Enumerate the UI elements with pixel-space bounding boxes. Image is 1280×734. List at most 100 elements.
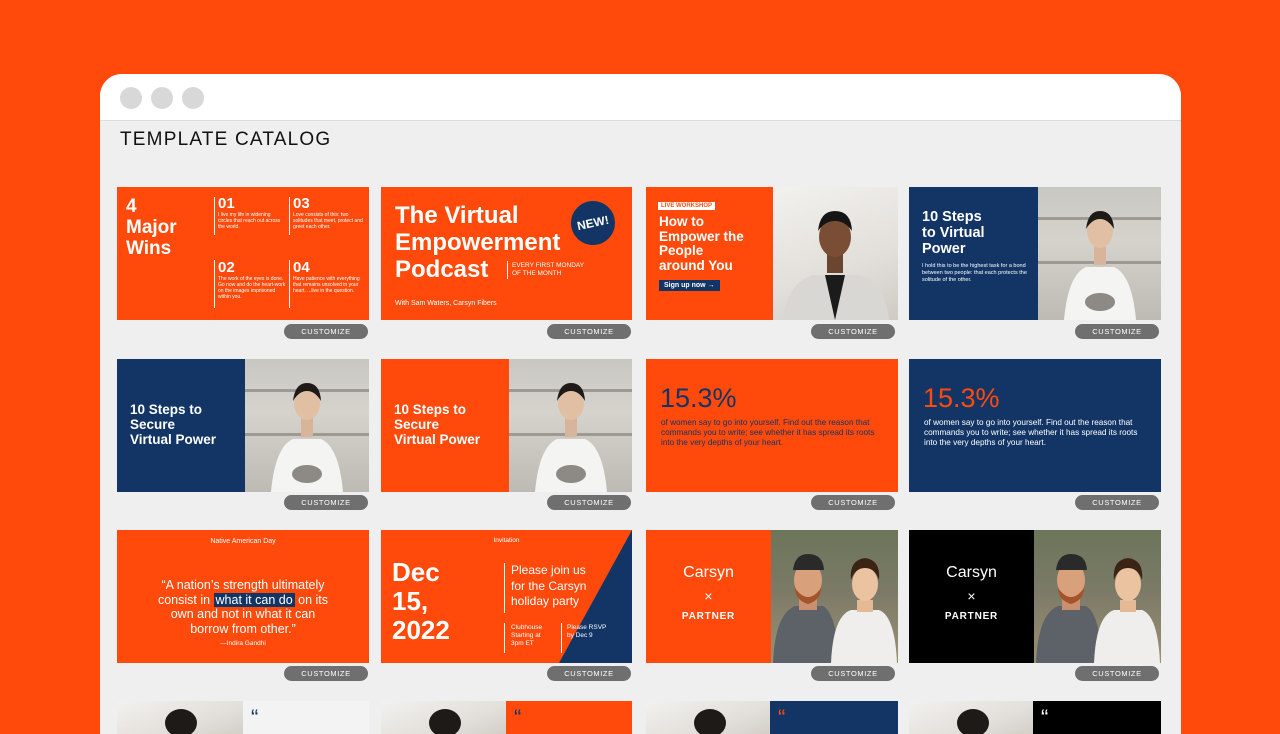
partner-x: × bbox=[967, 588, 976, 604]
template-card-workshop[interactable]: LIVE WORKSHOP How to Empower the People … bbox=[646, 187, 898, 320]
rsvp-line: by Dec 9 bbox=[567, 632, 593, 639]
card-text-panel: “ bbox=[506, 701, 632, 734]
card-text-panel: Carsyn × PARTNER bbox=[646, 530, 771, 663]
card-title: 10 Steps to Secure Virtual Power bbox=[394, 402, 480, 447]
customize-button[interactable]: CUSTOMIZE bbox=[284, 666, 368, 681]
divider bbox=[504, 563, 505, 613]
quote-author: —Indira Gandhi bbox=[220, 640, 266, 647]
stat-body: of women say to go into yourself. Find o… bbox=[924, 418, 1138, 447]
template-card-stat-orange[interactable]: 15.3% of women say to go into yourself. … bbox=[646, 359, 898, 492]
card-title-line: to Virtual bbox=[922, 225, 985, 241]
customize-button[interactable]: CUSTOMIZE bbox=[284, 324, 368, 339]
card-title-line: around You bbox=[659, 257, 733, 273]
card-text-panel: 10 Steps to Secure Virtual Power bbox=[117, 359, 245, 492]
template-card-partial[interactable]: “ bbox=[646, 701, 898, 734]
partner-label: PARTNER bbox=[944, 611, 999, 622]
catalog-title: TEMPLATE CATALOG bbox=[120, 129, 332, 150]
divider bbox=[507, 261, 508, 279]
win-number: 02 bbox=[218, 259, 235, 276]
customize-button[interactable]: CUSTOMIZE bbox=[1075, 324, 1159, 339]
win-item: 03 Love consists of this: two solitudes … bbox=[293, 195, 363, 230]
place-line: Clubhouse bbox=[511, 624, 543, 631]
card-title-line: Empower the bbox=[659, 228, 744, 244]
card-text-panel: “ bbox=[243, 701, 369, 734]
window-dot-icon[interactable] bbox=[151, 87, 173, 109]
card-title: 10 Steps to Secure Virtual Power bbox=[130, 402, 216, 447]
window-titlebar bbox=[100, 74, 1181, 121]
card-title-line: 10 Steps to bbox=[130, 402, 203, 417]
quote-fragment: on its bbox=[298, 592, 329, 607]
schedule-line: OF THE MONTH bbox=[512, 270, 562, 277]
partner-name: Carsyn bbox=[683, 564, 734, 581]
win-text: The work of the eyes is done. Go now and… bbox=[218, 276, 286, 300]
divider bbox=[289, 197, 290, 235]
card-title-line: Secure bbox=[130, 417, 176, 432]
card-title-line: Wins bbox=[126, 238, 172, 259]
template-card-invitation[interactable]: Invitation Dec 15, 2022 Please join us f… bbox=[381, 530, 632, 663]
rsvp-line: Please RSVP bbox=[567, 624, 607, 631]
customize-button[interactable]: CUSTOMIZE bbox=[1075, 666, 1159, 681]
invitation-header: Invitation bbox=[493, 537, 520, 544]
card-title-line: People bbox=[659, 243, 704, 258]
person-photo-icon bbox=[381, 701, 506, 734]
partner-x: × bbox=[704, 588, 713, 604]
card-title: 4 Major Wins bbox=[126, 196, 177, 259]
win-text: I live my life in widening circles that … bbox=[218, 212, 281, 230]
schedule-line: EVERY FIRST MONDAY bbox=[512, 262, 585, 269]
card-text-panel: 10 Steps to Virtual Power I hold this to… bbox=[909, 187, 1038, 320]
card-title: 10 Steps to Virtual Power bbox=[922, 209, 985, 257]
invitation-message: Please join us for the Carsyn holiday pa… bbox=[511, 563, 586, 610]
card-title-line: How to bbox=[659, 214, 704, 229]
divider bbox=[214, 260, 215, 308]
card-title-line: 10 Steps bbox=[922, 209, 982, 225]
win-text: Have patience with everything that remai… bbox=[293, 276, 360, 294]
message-line: holiday party bbox=[511, 594, 580, 608]
window-dot-icon[interactable] bbox=[120, 87, 142, 109]
customize-button[interactable]: CUSTOMIZE bbox=[811, 666, 895, 681]
new-badge: NEW! bbox=[566, 196, 620, 250]
customize-button[interactable]: CUSTOMIZE bbox=[811, 324, 895, 339]
customize-button[interactable]: CUSTOMIZE bbox=[811, 495, 895, 510]
template-card-stat-navy[interactable]: 15.3% of women say to go into yourself. … bbox=[909, 359, 1161, 492]
template-card-major-wins[interactable]: 4 Major Wins 01 I live my life in wideni… bbox=[117, 187, 369, 320]
browser-window: TEMPLATE CATALOG 4 Major Wins 01 I live … bbox=[100, 74, 1181, 734]
stat-value: 15.3% bbox=[660, 383, 737, 413]
divider bbox=[561, 623, 562, 653]
customize-button[interactable]: CUSTOMIZE bbox=[1075, 495, 1159, 510]
card-text-panel: LIVE WORKSHOP How to Empower the People … bbox=[646, 187, 773, 320]
card-title-line: 10 Steps to bbox=[394, 402, 467, 417]
date-line: Dec bbox=[392, 557, 440, 587]
template-card-partial[interactable]: “ bbox=[117, 701, 369, 734]
template-card-partner-black[interactable]: Carsyn × PARTNER bbox=[909, 530, 1161, 663]
stat-value: 15.3% bbox=[923, 383, 1000, 413]
template-card-partner-orange[interactable]: Carsyn × PARTNER bbox=[646, 530, 898, 663]
customize-button[interactable]: CUSTOMIZE bbox=[284, 495, 368, 510]
customize-button[interactable]: CUSTOMIZE bbox=[547, 495, 631, 510]
signup-button[interactable]: Sign up now → bbox=[659, 280, 720, 291]
card-body: I hold this to be the highest task for a… bbox=[922, 263, 1027, 283]
template-card-partial[interactable]: “ bbox=[909, 701, 1161, 734]
win-number: 01 bbox=[218, 195, 235, 212]
win-text: Love consists of this: two solitudes tha… bbox=[293, 212, 363, 230]
card-title-line: Virtual Power bbox=[130, 432, 217, 447]
person-photo-icon bbox=[646, 701, 770, 734]
person-photo-icon bbox=[509, 359, 632, 492]
template-card-partial[interactable]: “ bbox=[381, 701, 632, 734]
invitation-place: Clubhouse Starting at 3pm ET bbox=[511, 624, 542, 648]
template-card-steps-orange[interactable]: 10 Steps to Secure Virtual Power bbox=[381, 359, 632, 492]
divider bbox=[504, 623, 505, 653]
window-dot-icon[interactable] bbox=[182, 87, 204, 109]
template-card-podcast[interactable]: The Virtual Empowerment Podcast NEW! EVE… bbox=[381, 187, 632, 320]
template-card-steps-navy-short[interactable]: 10 Steps to Secure Virtual Power bbox=[117, 359, 369, 492]
place-line: 3pm ET bbox=[511, 640, 534, 647]
customize-button[interactable]: CUSTOMIZE bbox=[547, 324, 631, 339]
template-card-steps-navy[interactable]: 10 Steps to Virtual Power I hold this to… bbox=[909, 187, 1161, 320]
customize-button[interactable]: CUSTOMIZE bbox=[547, 666, 631, 681]
divider bbox=[214, 197, 215, 235]
template-card-quote[interactable]: Native American Day “A nation’s strength… bbox=[117, 530, 369, 663]
person-photo-icon bbox=[771, 530, 898, 663]
quote-text: “A nation’s strength ultimately consist … bbox=[117, 578, 369, 636]
quote-line: borrow from other.” bbox=[190, 621, 296, 636]
win-number: 03 bbox=[293, 195, 310, 212]
date-line: 2022 bbox=[392, 615, 450, 645]
